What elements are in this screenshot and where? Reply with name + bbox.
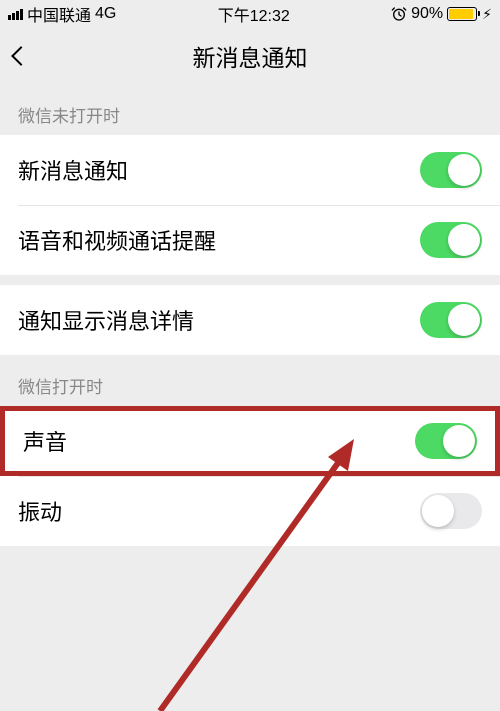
charging-icon: ⚡︎	[482, 6, 492, 23]
setting-new-message-notify: 新消息通知	[0, 135, 500, 205]
setting-vibrate: 振动	[0, 476, 500, 546]
status-left: 中国联通 4G	[8, 2, 116, 26]
battery-percent: 90%	[411, 5, 443, 23]
setting-voice-video-alert: 语音和视频通话提醒	[0, 205, 500, 275]
alarm-icon	[391, 6, 407, 22]
toggle-new-message-notify[interactable]	[420, 152, 482, 188]
setting-label: 新消息通知	[18, 154, 128, 186]
status-time: 下午12:32	[218, 2, 290, 26]
settings-group-detail: 通知显示消息详情	[0, 285, 500, 355]
setting-show-detail: 通知显示消息详情	[0, 285, 500, 355]
page-title: 新消息通知	[193, 39, 308, 73]
toggle-vibrate[interactable]	[420, 493, 482, 529]
status-bar: 中国联通 4G 下午12:32 90% ⚡︎	[0, 0, 500, 28]
network-label: 4G	[95, 5, 116, 23]
setting-sound: 声音	[0, 406, 500, 476]
setting-label: 语音和视频通话提醒	[18, 224, 216, 256]
setting-label: 振动	[18, 495, 62, 527]
settings-group-open: 声音 振动	[0, 406, 500, 546]
toggle-sound[interactable]	[415, 423, 477, 459]
settings-group-closed: 新消息通知 语音和视频通话提醒	[0, 135, 500, 275]
toggle-voice-video-alert[interactable]	[420, 222, 482, 258]
status-right: 90% ⚡︎	[391, 5, 492, 23]
setting-label: 声音	[23, 425, 67, 457]
carrier-label: 中国联通	[27, 2, 91, 26]
section-header-open: 微信打开时	[0, 355, 500, 406]
back-button[interactable]	[11, 46, 31, 66]
signal-icon	[8, 9, 23, 20]
battery-icon	[447, 7, 477, 21]
section-header-closed: 微信未打开时	[0, 84, 500, 135]
toggle-show-detail[interactable]	[420, 302, 482, 338]
nav-bar: 新消息通知	[0, 28, 500, 84]
setting-label: 通知显示消息详情	[18, 304, 194, 336]
